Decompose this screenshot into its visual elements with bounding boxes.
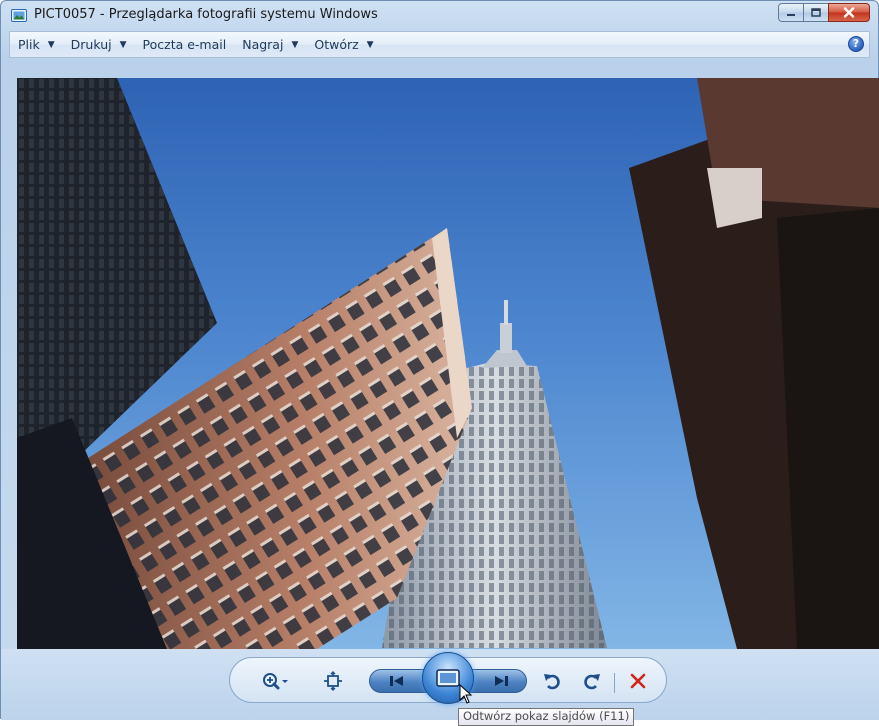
zoom-button[interactable] bbox=[257, 669, 293, 693]
slideshow-icon-wrap bbox=[434, 668, 462, 688]
rotate-clockwise-button[interactable] bbox=[579, 669, 605, 693]
menu-item-label: Otwórz bbox=[314, 37, 359, 52]
chevron-down-icon: ▼ bbox=[291, 39, 299, 50]
tooltip: Odtwórz pokaz slajdów (F11) bbox=[458, 708, 635, 726]
menu-item-plik[interactable]: Plik ▼ bbox=[10, 32, 63, 57]
maximize-button[interactable] bbox=[803, 3, 829, 22]
maximize-icon bbox=[811, 8, 821, 17]
mouse-cursor-icon bbox=[459, 684, 473, 704]
menu-item-label: Nagraj bbox=[242, 37, 284, 52]
menu-item-nagraj[interactable]: Nagraj ▼ bbox=[234, 32, 306, 57]
rotate-counterclockwise-button[interactable] bbox=[539, 669, 565, 693]
previous-icon bbox=[390, 676, 403, 686]
photo-display bbox=[17, 78, 879, 649]
delete-button[interactable] bbox=[625, 669, 651, 693]
actual-size-button[interactable] bbox=[319, 669, 347, 693]
controls-separator bbox=[614, 673, 615, 693]
menu-item-label: Drukuj bbox=[70, 37, 112, 52]
menu-item-label: Poczta e-mail bbox=[142, 37, 227, 52]
previous-button[interactable] bbox=[379, 669, 415, 693]
menu-item-label: Plik bbox=[18, 37, 40, 52]
window-title: PICT0057 - Przeglądarka fotografii syste… bbox=[34, 7, 378, 22]
rotate-counterclockwise-icon bbox=[544, 674, 560, 690]
title-bar[interactable]: PICT0057 - Przeglądarka fotografii syste… bbox=[1, 1, 878, 31]
photo-viewer-icon bbox=[11, 9, 27, 22]
menu-item-otworz[interactable]: Otwórz ▼ bbox=[306, 32, 381, 57]
skyscrapers-photo bbox=[17, 78, 879, 649]
caption-buttons bbox=[778, 3, 870, 23]
rotate-clockwise-icon bbox=[584, 674, 600, 690]
help-button[interactable]: ? bbox=[848, 36, 864, 52]
zoom-icon bbox=[263, 673, 288, 690]
menu-bar: Plik ▼ Drukuj ▼ Poczta e-mail Nagraj ▼ O… bbox=[9, 31, 870, 58]
close-button[interactable] bbox=[828, 3, 870, 22]
minimize-button[interactable] bbox=[778, 3, 804, 22]
slideshow-icon bbox=[436, 669, 460, 687]
actual-size-icon bbox=[324, 671, 342, 691]
close-icon bbox=[843, 7, 855, 18]
delete-icon bbox=[630, 673, 646, 689]
menu-item-poczta-e-mail[interactable]: Poczta e-mail bbox=[135, 32, 235, 57]
chevron-down-icon: ▼ bbox=[47, 39, 55, 50]
menu-item-drukuj[interactable]: Drukuj ▼ bbox=[63, 32, 135, 57]
photo-viewer-window: PICT0057 - Przeglądarka fotografii syste… bbox=[0, 0, 879, 726]
next-button[interactable] bbox=[483, 669, 519, 693]
next-icon bbox=[495, 676, 508, 686]
minimize-icon bbox=[787, 13, 795, 16]
chevron-down-icon: ▼ bbox=[366, 39, 374, 50]
chevron-down-icon: ▼ bbox=[119, 39, 127, 50]
